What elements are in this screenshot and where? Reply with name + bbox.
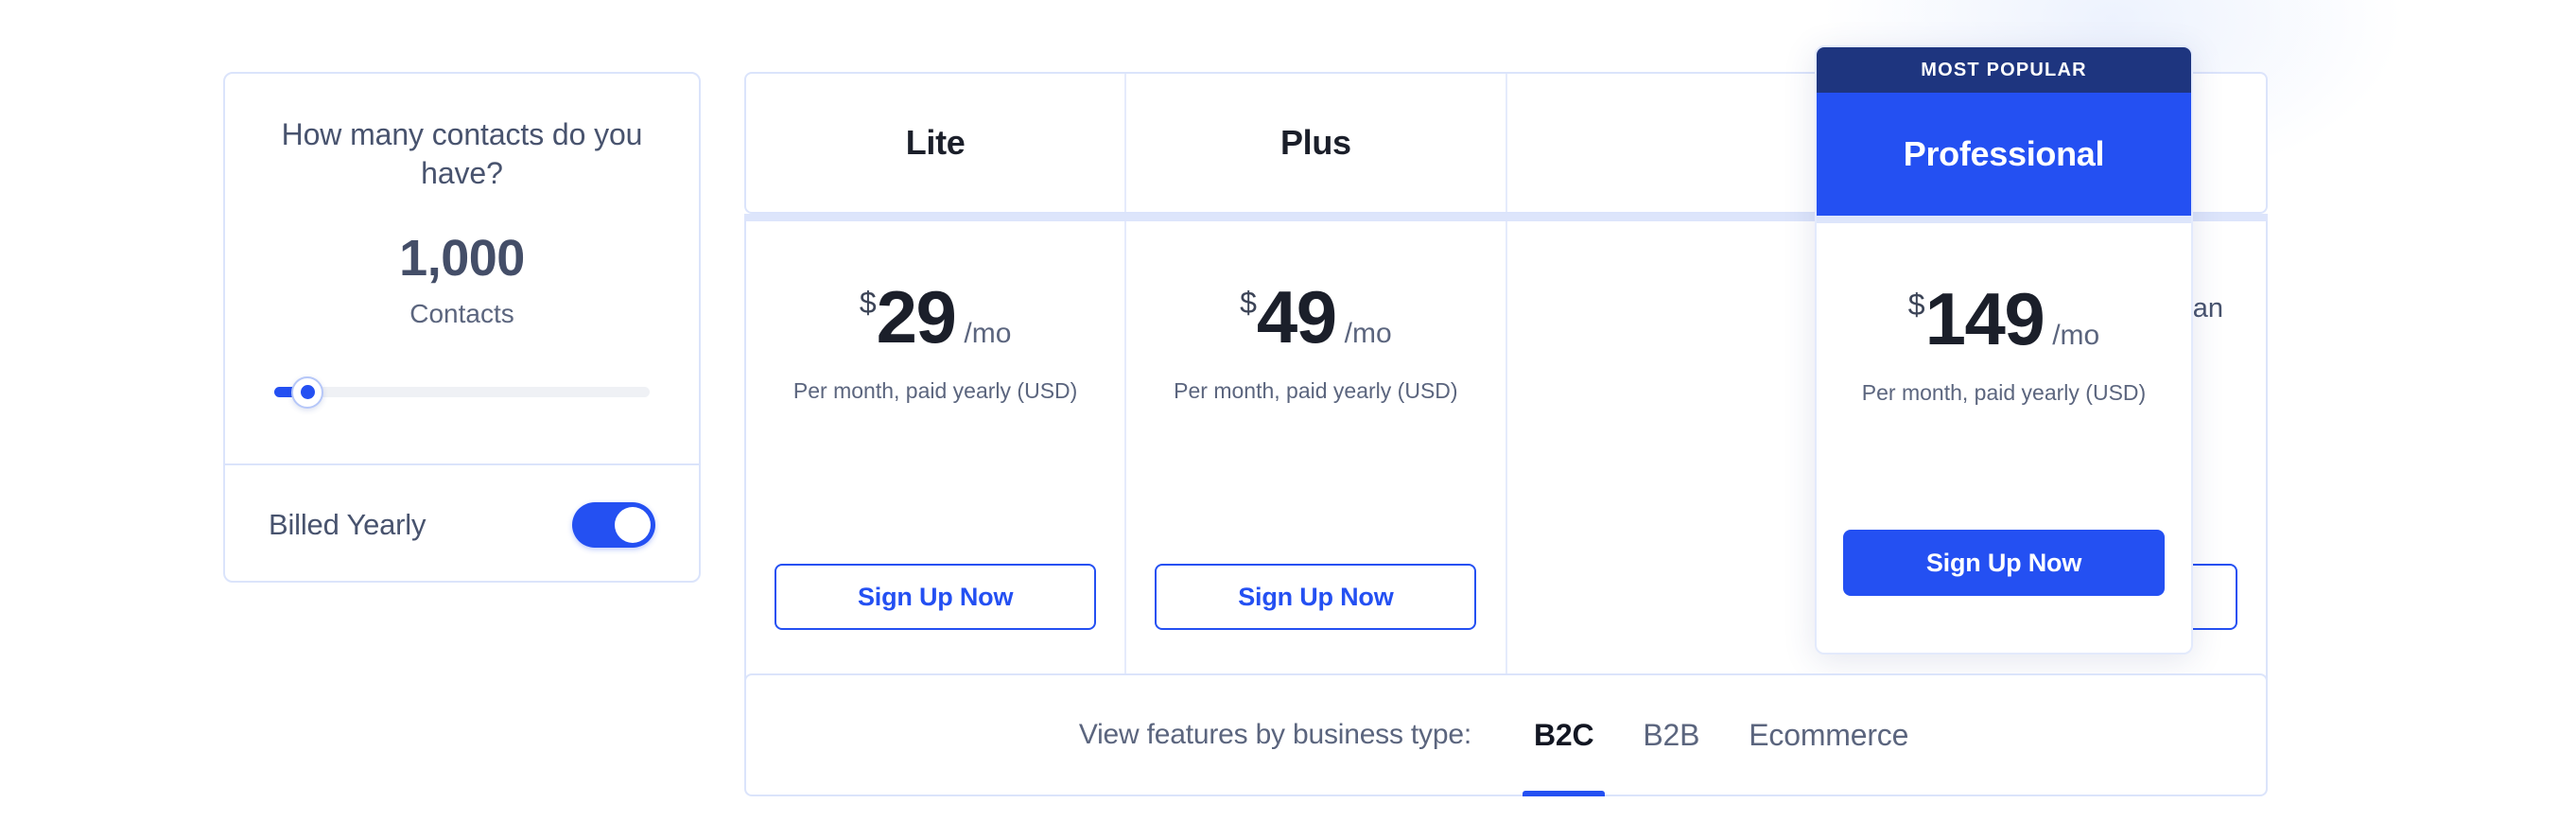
contacts-slider[interactable] [274, 376, 650, 409]
professional-header-separator [1817, 216, 2191, 223]
billed-yearly-toggle[interactable] [572, 502, 655, 548]
calculator-top-section: How many contacts do you have? 1,000 Con… [225, 74, 699, 463]
plan-card-plus: $ 49 /mo Per month, paid yearly (USD) Si… [1126, 221, 1507, 687]
price-period-lite: /mo [964, 318, 1012, 349]
price-amount-professional: 149 [1924, 277, 2045, 360]
most-popular-badge: MOST POPULAR [1817, 47, 2191, 93]
signup-button-lite[interactable]: Sign Up Now [775, 564, 1097, 630]
plans-grid: Lite Plus Professional Enterprise $ 29 /… [744, 45, 2268, 689]
billed-yearly-label: Billed Yearly [269, 508, 426, 541]
plan-name-plus: Plus [1279, 123, 1351, 162]
price-currency-professional: $ [1907, 288, 1925, 322]
price-period-professional: /mo [2052, 320, 2100, 351]
tab-ecommerce[interactable]: Ecommerce [1724, 673, 1933, 796]
plan-cta-slot-plus: Sign Up Now [1155, 564, 1477, 630]
plan-name-lite: Lite [905, 123, 966, 162]
price-currency-lite: $ [859, 286, 877, 320]
price-note-professional: Per month, paid yearly (USD) [1861, 380, 2147, 405]
price-amount-plus: 49 [1256, 275, 1337, 358]
calculator-question: How many contacts do you have? [281, 117, 643, 190]
pricing-page: How many contacts do you have? 1,000 Con… [0, 0, 2576, 821]
contact-calculator-card: How many contacts do you have? 1,000 Con… [223, 72, 701, 583]
billing-toggle-row: Billed Yearly [225, 465, 699, 585]
business-type-tabs: B2C B2B Ecommerce [1509, 673, 1933, 796]
price-plus: $ 49 /mo [1240, 280, 1392, 354]
plan-cta-slot-lite: Sign Up Now [775, 564, 1097, 630]
plan-header-professional[interactable]: Professional [1817, 93, 2191, 216]
plan-header-lite[interactable]: Lite [746, 74, 1127, 212]
plan-card-professional: MOST POPULAR Professional $ 149 /mo Per … [1815, 45, 2193, 655]
contacts-unit-label: Contacts [409, 298, 514, 328]
tab-b2b[interactable]: B2B [1618, 673, 1724, 796]
tab-b2c[interactable]: B2C [1509, 673, 1618, 796]
price-note-plus: Per month, paid yearly (USD) [1174, 378, 1458, 403]
slider-thumb-handle[interactable] [291, 376, 323, 409]
price-note-lite: Per month, paid yearly (USD) [792, 378, 1078, 403]
signup-button-professional[interactable]: Sign Up Now [1843, 530, 2165, 596]
price-professional: $ 149 /mo [1908, 282, 2099, 356]
plan-card-lite: $ 29 /mo Per month, paid yearly (USD) Si… [746, 221, 1127, 687]
contacts-count-value: 1,000 [399, 229, 525, 287]
price-period-plus: /mo [1344, 318, 1392, 349]
price-currency-plus: $ [1240, 286, 1257, 320]
plan-cta-slot-professional: Sign Up Now [1841, 530, 2167, 596]
slider-track[interactable] [274, 387, 650, 398]
signup-button-plus[interactable]: Sign Up Now [1155, 564, 1477, 630]
features-business-type-bar: View features by business type: B2C B2B … [744, 673, 2268, 796]
plan-name-professional: Professional [1903, 134, 2105, 173]
price-amount-lite: 29 [876, 275, 957, 358]
price-lite: $ 29 /mo [860, 280, 1012, 354]
features-bar-label: View features by business type: [1078, 719, 1471, 750]
plan-header-plus[interactable]: Plus [1126, 74, 1507, 212]
plan-body-professional: $ 149 /mo Per month, paid yearly (USD) S… [1817, 223, 2191, 653]
